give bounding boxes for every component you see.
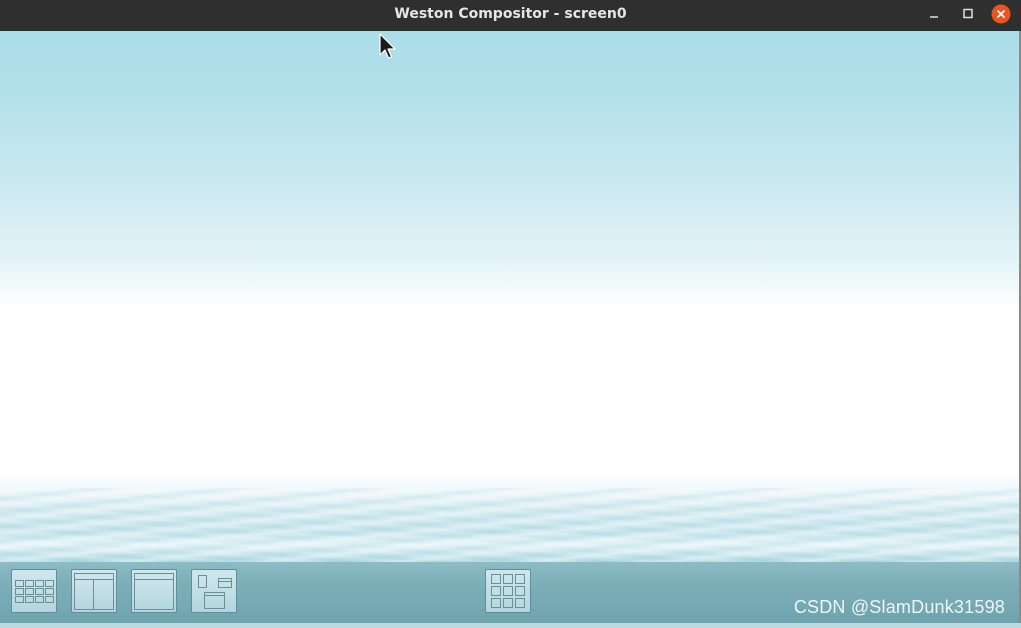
maximize-icon[interactable] <box>957 3 979 25</box>
window-title: Weston Compositor - screen0 <box>394 6 627 22</box>
close-icon[interactable] <box>990 3 1012 25</box>
single-window-layout-icon[interactable] <box>131 569 177 613</box>
title-bar[interactable]: Weston Compositor - screen0 <box>0 0 1021 31</box>
two-column-layout-icon[interactable] <box>71 569 117 613</box>
water-reflection <box>0 488 1021 563</box>
mouse-cursor-icon <box>379 33 399 63</box>
minimize-icon[interactable] <box>923 3 945 25</box>
grid-layout-icon[interactable] <box>11 569 57 613</box>
panel-bottom-border <box>0 623 1021 628</box>
app-grid-icon[interactable] <box>485 569 531 613</box>
desktop-background[interactable] <box>0 31 1021 628</box>
watermark-text: CSDN @SlamDunk31598 <box>793 597 1005 617</box>
freeform-layout-icon[interactable] <box>191 569 237 613</box>
